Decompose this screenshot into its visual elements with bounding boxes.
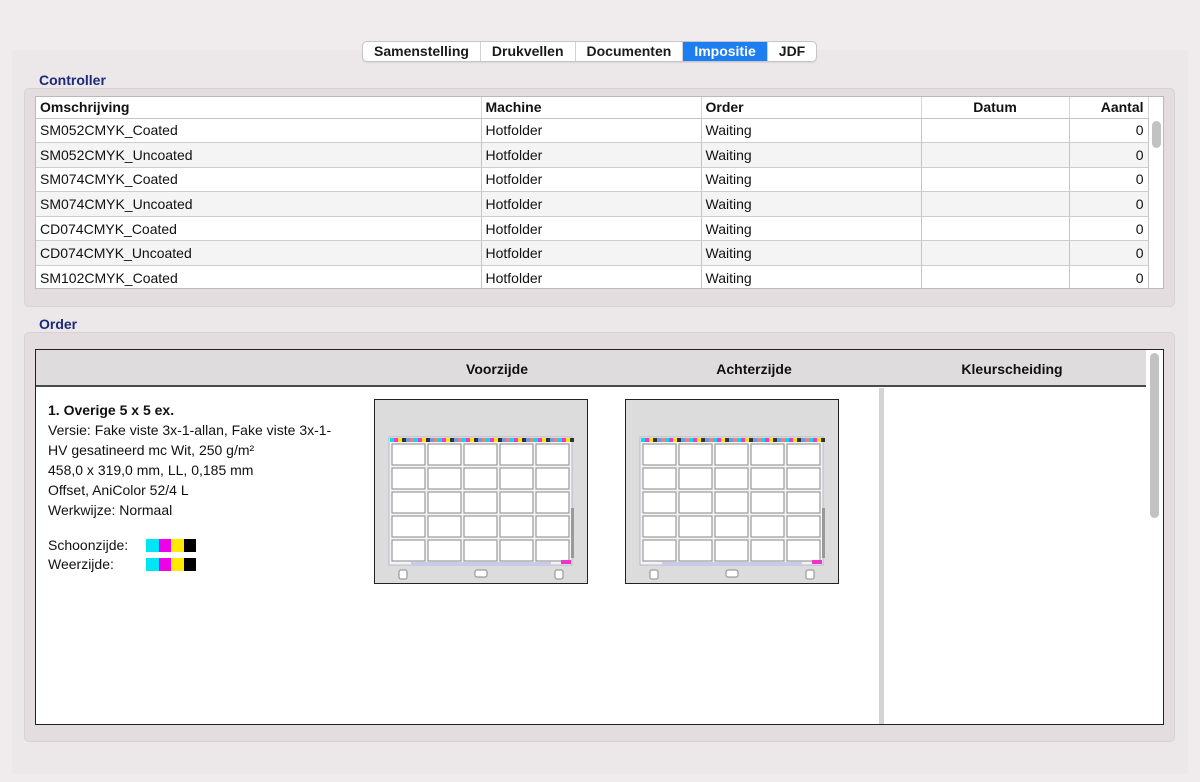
table-row[interactable]: SM052CMYK_Coated Hotfolder Waiting 0 — [36, 118, 1149, 144]
cell-aantal: 0 — [1069, 167, 1149, 193]
cell-machine: Hotfolder — [481, 191, 702, 217]
table-row[interactable]: SM074CMYK_Coated Hotfolder Waiting 0 — [36, 167, 1149, 193]
schoonzijde-row: Schoonzijde: — [48, 537, 196, 553]
cell-machine: Hotfolder — [481, 265, 702, 288]
order-item-dimensions: 458,0 x 319,0 mm, LL, 0,185 mm — [48, 462, 254, 478]
cell-order: Waiting — [701, 142, 922, 168]
column-divider[interactable] — [879, 388, 884, 724]
cell-aantal: 0 — [1069, 240, 1149, 267]
cell-omschrijving: SM052CMYK_Uncoated — [36, 142, 482, 168]
order-item-title: 1. Overige 5 x 5 ex. — [48, 402, 175, 418]
tab-documenten[interactable]: Documenten — [576, 42, 684, 61]
cell-datum — [921, 240, 1070, 267]
cell-aantal: 0 — [1069, 142, 1149, 168]
controller-table: Omschrijving Machine Order Datum Aantal … — [35, 96, 1164, 289]
column-header-datum[interactable]: Datum — [921, 97, 1070, 119]
table-header-row: Omschrijving Machine Order Datum Aantal — [36, 97, 1149, 119]
cell-omschrijving: CD074CMYK_Uncoated — [36, 240, 482, 267]
cell-machine: Hotfolder — [481, 167, 702, 193]
cell-aantal: 0 — [1069, 265, 1149, 288]
cell-order: Waiting — [701, 216, 922, 242]
column-header-omschrijving[interactable]: Omschrijving — [36, 97, 482, 119]
cyan-swatch — [146, 557, 159, 571]
yellow-swatch — [171, 538, 184, 552]
order-header: Voorzijde Achterzijde Kleurscheiding — [36, 350, 1146, 387]
cell-omschrijving: SM102CMYK_Coated — [36, 265, 482, 288]
weerzijde-label: Weerzijde: — [48, 556, 114, 572]
yellow-swatch — [171, 557, 184, 571]
table-row[interactable]: CD074CMYK_Uncoated Hotfolder Waiting 0 — [36, 240, 1149, 267]
black-swatch — [183, 557, 196, 571]
cell-machine: Hotfolder — [481, 240, 702, 267]
controller-section-label: Controller — [39, 72, 106, 88]
weerzijde-row: Weerzijde: — [48, 556, 196, 572]
cell-datum — [921, 167, 1070, 193]
tab-drukvellen[interactable]: Drukvellen — [481, 42, 576, 61]
controller-table-scrollbar[interactable] — [1152, 121, 1161, 148]
table-row[interactable]: CD074CMYK_Coated Hotfolder Waiting 0 — [36, 216, 1149, 242]
cell-aantal: 0 — [1069, 118, 1149, 144]
order-item-version: Versie: Fake viste 3x-1-allan, Fake vist… — [48, 422, 332, 438]
magenta-swatch — [158, 557, 171, 571]
cell-omschrijving: SM052CMYK_Coated — [36, 118, 482, 144]
order-panel-scrollbar[interactable] — [1150, 353, 1159, 518]
table-row[interactable]: SM102CMYK_Coated Hotfolder Waiting 0 — [36, 265, 1149, 288]
cell-omschrijving: SM074CMYK_Coated — [36, 167, 482, 193]
voorzijde-sheet-preview[interactable] — [374, 399, 588, 584]
sheet-layout-icon — [639, 436, 825, 580]
magenta-swatch — [158, 538, 171, 552]
cell-datum — [921, 265, 1070, 288]
column-header-order[interactable]: Order — [701, 97, 922, 119]
column-header-voorzijde: Voorzijde — [466, 361, 528, 377]
cell-omschrijving: CD074CMYK_Coated — [36, 216, 482, 242]
cell-datum — [921, 216, 1070, 242]
schoonzijde-label: Schoonzijde: — [48, 537, 129, 553]
order-item-method: Werkwijze: Normaal — [48, 502, 173, 518]
cell-machine: Hotfolder — [481, 142, 702, 168]
cell-order: Waiting — [701, 265, 922, 288]
sheet-layout-icon — [388, 436, 574, 580]
segmented-tab-bar: Samenstelling Drukvellen Documenten Impo… — [362, 41, 818, 62]
cell-order: Waiting — [701, 167, 922, 193]
tab-samenstelling[interactable]: Samenstelling — [363, 42, 481, 61]
order-item-paper: HV gesatineerd mc Wit, 250 g/m² — [48, 442, 255, 458]
cell-aantal: 0 — [1069, 216, 1149, 242]
column-header-achterzijde: Achterzijde — [716, 361, 792, 377]
cell-order: Waiting — [701, 191, 922, 217]
cell-aantal: 0 — [1069, 191, 1149, 217]
cell-omschrijving: SM074CMYK_Uncoated — [36, 191, 482, 217]
cell-machine: Hotfolder — [481, 216, 702, 242]
cyan-swatch — [146, 538, 159, 552]
black-swatch — [183, 538, 196, 552]
table-row[interactable]: SM074CMYK_Uncoated Hotfolder Waiting 0 — [36, 191, 1149, 217]
cell-order: Waiting — [701, 240, 922, 267]
order-item-info: 1. Overige 5 x 5 ex. Versie: Fake viste … — [48, 400, 331, 520]
column-header-aantal[interactable]: Aantal — [1069, 97, 1149, 119]
order-panel: Voorzijde Achterzijde Kleurscheiding 1. … — [35, 349, 1164, 725]
tab-impositie[interactable]: Impositie — [683, 42, 768, 61]
column-header-machine[interactable]: Machine — [481, 97, 702, 119]
tab-jdf[interactable]: JDF — [768, 42, 816, 61]
cell-machine: Hotfolder — [481, 118, 702, 144]
cell-datum — [921, 118, 1070, 144]
table-row[interactable]: SM052CMYK_Uncoated Hotfolder Waiting 0 — [36, 142, 1149, 168]
column-header-kleurscheiding: Kleurscheiding — [961, 361, 1063, 377]
achterzijde-sheet-preview[interactable] — [625, 399, 839, 584]
order-item-press: Offset, AniColor 52/4 L — [48, 482, 189, 498]
cell-datum — [921, 191, 1070, 217]
cell-datum — [921, 142, 1070, 168]
cell-order: Waiting — [701, 118, 922, 144]
order-section-label: Order — [39, 316, 78, 332]
